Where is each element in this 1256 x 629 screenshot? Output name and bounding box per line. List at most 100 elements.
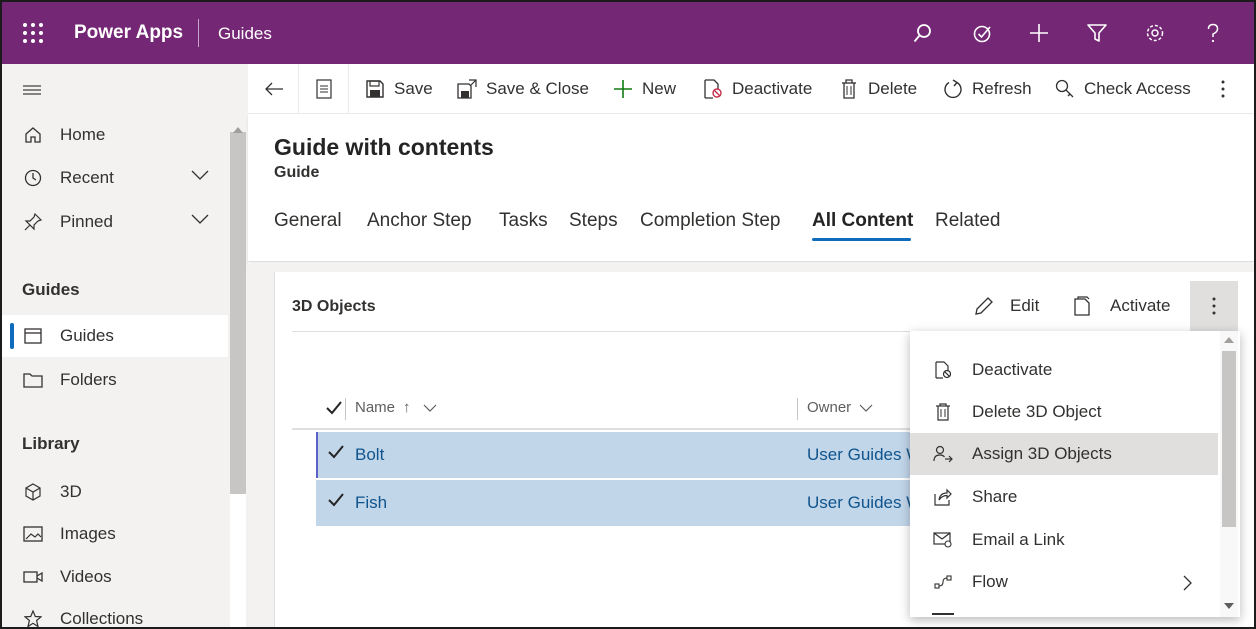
row-name-link[interactable]: Bolt [355, 445, 384, 465]
search-icon[interactable] [908, 18, 938, 48]
refresh-button[interactable]: Refresh [942, 64, 1032, 114]
sidebar-item-pinned[interactable]: Pinned [2, 201, 228, 243]
sidebar-item-guides[interactable]: Guides [2, 315, 228, 357]
tab-general[interactable]: General [274, 210, 342, 232]
help-icon[interactable] [1198, 18, 1228, 48]
tab-tasks[interactable]: Tasks [499, 210, 548, 232]
app-launcher-icon[interactable] [20, 20, 46, 46]
command-divider [348, 64, 349, 114]
record-set-button[interactable] [316, 64, 332, 114]
chevron-down-icon[interactable] [190, 213, 210, 225]
refresh-icon [942, 78, 964, 100]
plus-icon [612, 78, 634, 100]
new-button[interactable]: New [612, 64, 676, 114]
grid-header-divider [292, 428, 912, 430]
row-owner-link[interactable]: User Guides W [807, 445, 912, 465]
save-and-close-button[interactable]: Save & Close [456, 64, 589, 114]
column-header-owner[interactable]: Owner [807, 399, 873, 416]
edit-button[interactable]: Edit [974, 292, 1039, 320]
tab-related[interactable]: Related [935, 210, 1001, 232]
menu-item-label: Email a Link [972, 530, 1065, 549]
row-owner-link[interactable]: User Guides W [807, 493, 912, 513]
menu-scroll-down-icon[interactable] [1224, 603, 1234, 609]
sidebar-item-label: 3D [60, 482, 82, 501]
menu-item-flow[interactable]: Flow [910, 561, 1218, 603]
column-owner-label: Owner [807, 399, 852, 416]
save-button[interactable]: Save [364, 64, 433, 114]
subgrid-title: 3D Objects [292, 298, 376, 315]
task-icon[interactable] [968, 18, 998, 48]
row-checkmark-icon[interactable] [328, 445, 344, 459]
sidebar-group-title: Guides [22, 280, 80, 299]
menu-item-label: Flow [972, 572, 1008, 591]
menu-item-label: Delete 3D Object [972, 402, 1102, 421]
activate-label: Activate [1110, 296, 1171, 315]
delete-button[interactable]: Delete [838, 64, 917, 114]
sort-ascending-icon: ↑ [403, 399, 411, 416]
menu-item-deactivate[interactable]: Deactivate [910, 349, 1218, 391]
save-close-icon [456, 78, 478, 100]
table-row[interactable]: Fish User Guides W [316, 480, 912, 526]
delete-icon [838, 78, 860, 100]
check-access-button[interactable]: Check Access [1054, 64, 1191, 114]
activate-button[interactable]: Activate [1074, 292, 1170, 320]
sidebar-item-recent[interactable]: Recent [2, 157, 228, 199]
sidebar-item-images[interactable]: Images [2, 513, 228, 555]
sidebar-scrollbar-thumb[interactable] [230, 132, 246, 494]
select-all-checkmark-icon[interactable] [326, 401, 342, 415]
tab-anchor-step[interactable]: Anchor Step [367, 210, 472, 232]
sidebar-item-home[interactable]: Home [2, 114, 228, 156]
tab-steps[interactable]: Steps [569, 210, 618, 232]
menu-item-assign[interactable]: Assign 3D Objects [910, 433, 1218, 475]
column-divider [797, 398, 798, 420]
flow-icon [932, 571, 954, 593]
hamburger-menu-icon[interactable] [22, 82, 42, 103]
menu-item-label: Share [972, 487, 1018, 506]
menu-item-label: Assign 3D Objects [972, 444, 1112, 463]
top-navigation-bar: Power Apps Guides [2, 2, 1254, 64]
folder-icon [22, 369, 44, 391]
sidebar-item-label: Recent [60, 168, 114, 187]
plus-icon[interactable] [1024, 18, 1054, 48]
row-name-link[interactable]: Fish [355, 493, 387, 513]
sidebar-item-folders[interactable]: Folders [2, 359, 228, 401]
save-icon [364, 78, 386, 100]
more-commands-button[interactable] [1220, 64, 1226, 114]
column-divider [345, 398, 346, 420]
app-name[interactable]: Power Apps [74, 22, 183, 44]
subgrid-more-button[interactable] [1190, 281, 1238, 331]
sidebar-item-label: Pinned [60, 212, 113, 231]
filter-icon[interactable] [1082, 18, 1112, 48]
form-header: Guide with contents Guide General Anchor… [248, 114, 1254, 262]
menu-item-share[interactable]: Share [910, 476, 1218, 518]
grid-header-row: Name ↑ Owner [316, 390, 912, 426]
menu-item-delete[interactable]: Delete 3D Object [910, 391, 1218, 433]
more-vertical-icon [1221, 80, 1225, 98]
back-button[interactable] [264, 64, 284, 114]
chevron-down-icon[interactable] [190, 169, 210, 181]
tab-all-content[interactable]: All Content [812, 210, 913, 232]
sidebar-item-3d[interactable]: 3D [2, 471, 228, 513]
sidebar-item-label: Images [60, 524, 116, 543]
area-name[interactable]: Guides [218, 24, 272, 44]
table-row[interactable]: Bolt User Guides W [316, 432, 912, 478]
focused-row-indicator [316, 432, 318, 478]
menu-scrollbar-thumb[interactable] [1222, 351, 1236, 527]
sidebar-item-videos[interactable]: Videos [2, 556, 228, 598]
deactivate-button[interactable]: Deactivate [702, 64, 812, 114]
menu-item-email-link[interactable]: Email a Link [910, 519, 1218, 561]
email-link-icon [932, 529, 954, 551]
chevron-down-icon [423, 404, 436, 412]
save-close-label: Save & Close [486, 79, 589, 98]
image-icon [22, 523, 44, 545]
scroll-up-arrow-icon[interactable] [233, 120, 243, 138]
check-access-label: Check Access [1084, 79, 1191, 98]
tab-completion-step[interactable]: Completion Step [640, 210, 780, 232]
sidebar-item-collections[interactable]: Collections [2, 598, 228, 627]
partially-hidden-icon [932, 613, 954, 615]
topbar-divider [198, 19, 199, 47]
column-header-name[interactable]: Name ↑ [355, 399, 437, 416]
settings-icon[interactable] [1140, 18, 1170, 48]
row-checkmark-icon[interactable] [328, 493, 344, 507]
menu-scroll-up-icon[interactable] [1224, 337, 1234, 343]
